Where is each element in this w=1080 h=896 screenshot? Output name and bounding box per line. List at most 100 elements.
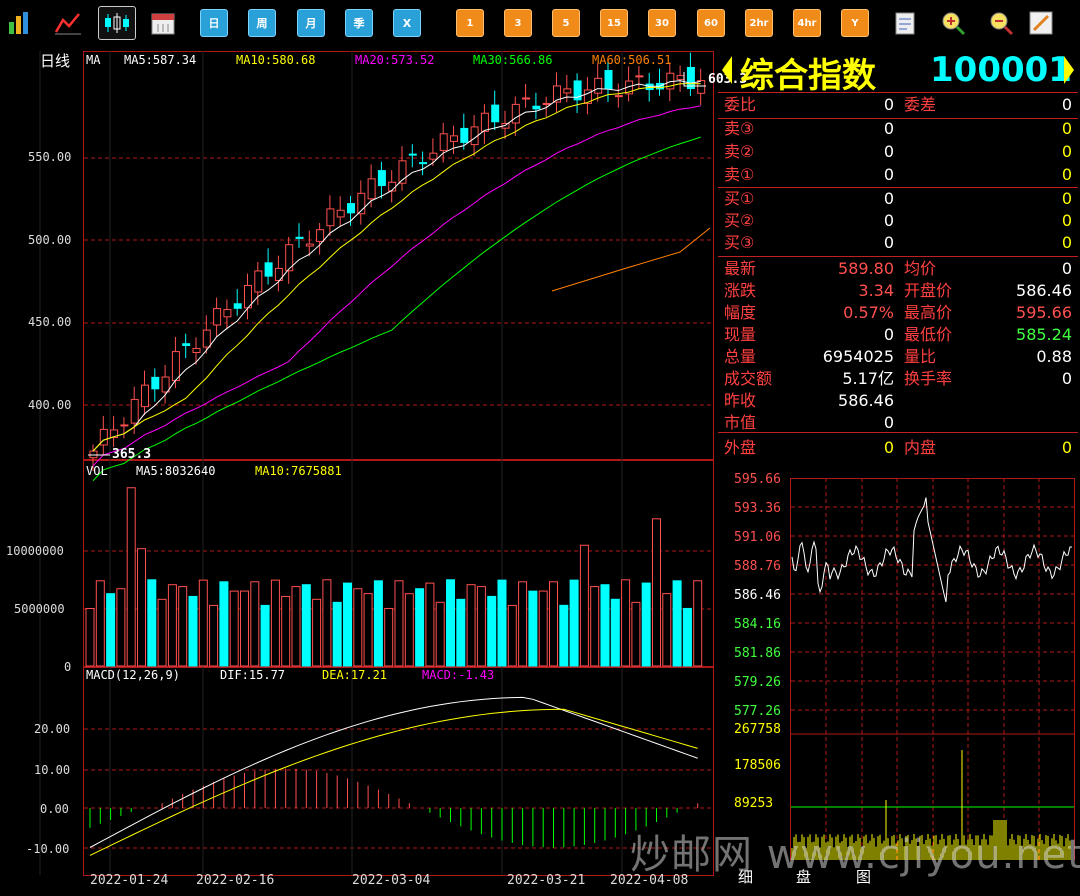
volume-bar [622,580,630,666]
calendar-icon[interactable] [150,10,176,36]
stat-label: 昨收 [724,390,756,412]
period-x-button[interactable]: X [393,9,421,37]
weibi-value: 0 [884,94,894,116]
stat-value: 0 [1062,258,1072,280]
macd-tick: -10.00 [26,842,69,856]
edit-icon[interactable] [1028,10,1054,36]
candle-body [214,309,221,325]
candle-body [327,209,334,226]
volume-bar [313,599,321,666]
period-day-button[interactable]: 日 [200,9,228,37]
ma60-legend: MA60:506.51 [592,53,671,67]
volume-bar [179,587,187,666]
bid-label: 买② [724,210,754,232]
zoom-out-icon[interactable] [988,10,1014,36]
next-arrow-icon[interactable] [1062,54,1076,86]
volume-bar [210,605,218,666]
kline-chart-panel[interactable] [0,48,718,896]
bar-chart-icon[interactable] [6,10,32,36]
stat-label: 总量 [724,346,756,368]
candle-body [523,98,530,99]
minute-15-button[interactable]: 15 [600,9,628,37]
macd-panel-frame [84,668,714,876]
bid-label: 买③ [724,232,754,254]
candle-body [605,71,612,89]
volume-bar [251,582,259,666]
volume-bar [436,602,444,666]
watermark-text: 炒邮网 www.cjiyou.net [630,822,1080,896]
candlestick-icon[interactable] [98,6,136,40]
volume-bar [529,591,537,666]
volume-bar [168,585,176,666]
minute-30-button[interactable]: 30 [648,9,676,37]
minute-3-button[interactable]: 3 [504,9,532,37]
minute-5-button[interactable]: 5 [552,9,580,37]
volume-bar [457,599,465,666]
period-month-button[interactable]: 月 [297,9,325,37]
volume-bar [632,602,640,666]
weicha-label: 委差 [904,94,936,116]
candle-body [409,154,416,155]
date-label: 2022-03-21 [507,873,585,888]
candle-body [564,89,571,93]
volume-bar [86,609,94,667]
stat-value: 5.17亿 [842,368,894,390]
zoom-in-icon[interactable] [940,10,966,36]
intraday-price-line [792,498,1072,602]
candle-body [203,330,210,347]
volume-bar [405,594,413,666]
stat-row: 幅度 0.57% 最高价 595.66 [718,302,1076,324]
candle-body [378,171,385,186]
hour-4-button[interactable]: 4hr [793,9,821,37]
stat-value: 6954025 [823,346,894,368]
stat-label: 最高价 [904,302,952,324]
volume-bar [333,602,341,666]
stat-value: 585.24 [1016,324,1072,346]
stat-value: 0 [884,412,894,434]
volume-bar [416,589,424,666]
ask-label: 卖① [724,164,754,186]
candle-body [615,96,622,97]
ma30-line [93,137,701,481]
intraday-price-tick: 579.26 [734,675,781,690]
minute-60-button[interactable]: 60 [697,9,725,37]
candle-body [317,230,324,242]
stat-label: 最低价 [904,324,952,346]
ask-row: 卖② 0 0 [718,141,1076,163]
volume-bar [138,549,146,666]
volume-bar [220,582,228,666]
price-tick: 450.00 [28,315,71,329]
stat-label: 现量 [724,324,756,346]
hour-2-button[interactable]: 2hr [745,9,773,37]
volume-bar [302,585,310,666]
ma10-legend: MA10:580.68 [236,53,315,67]
notepad-icon[interactable] [893,10,919,36]
ask-price: 0 [884,141,894,163]
period-quarter-button[interactable]: 季 [345,9,373,37]
stat-label: 均价 [904,258,936,280]
macd-lines [90,697,698,855]
stat-value: 0.88 [1036,346,1072,368]
volume-bar [539,591,547,666]
prev-arrow-icon[interactable] [720,54,734,86]
minute-1-button[interactable]: 1 [456,9,484,37]
volume-bar [601,585,609,666]
year-button[interactable]: Y [841,9,869,37]
macd-tick: 0.00 [40,802,69,816]
line-chart-icon[interactable] [54,10,82,36]
neipan-label: 内盘 [904,437,936,459]
dea-legend: DEA:17.21 [322,668,387,682]
volume-bars [86,488,702,666]
stat-row: 最新 589.80 均价 0 [718,258,1076,280]
volume-bar [282,596,290,666]
period-label: 日线 [40,50,70,71]
candle-body [348,204,355,213]
candle-body [162,377,169,392]
dif-legend: DIF:15.77 [220,668,285,682]
ask-label: 卖② [724,141,754,163]
volume-bar [127,488,135,666]
stat-row: 现量 0 最低价 585.24 [718,324,1076,346]
bid-volume: 0 [1062,232,1072,254]
period-week-button[interactable]: 周 [248,9,276,37]
candle-body [255,271,262,292]
